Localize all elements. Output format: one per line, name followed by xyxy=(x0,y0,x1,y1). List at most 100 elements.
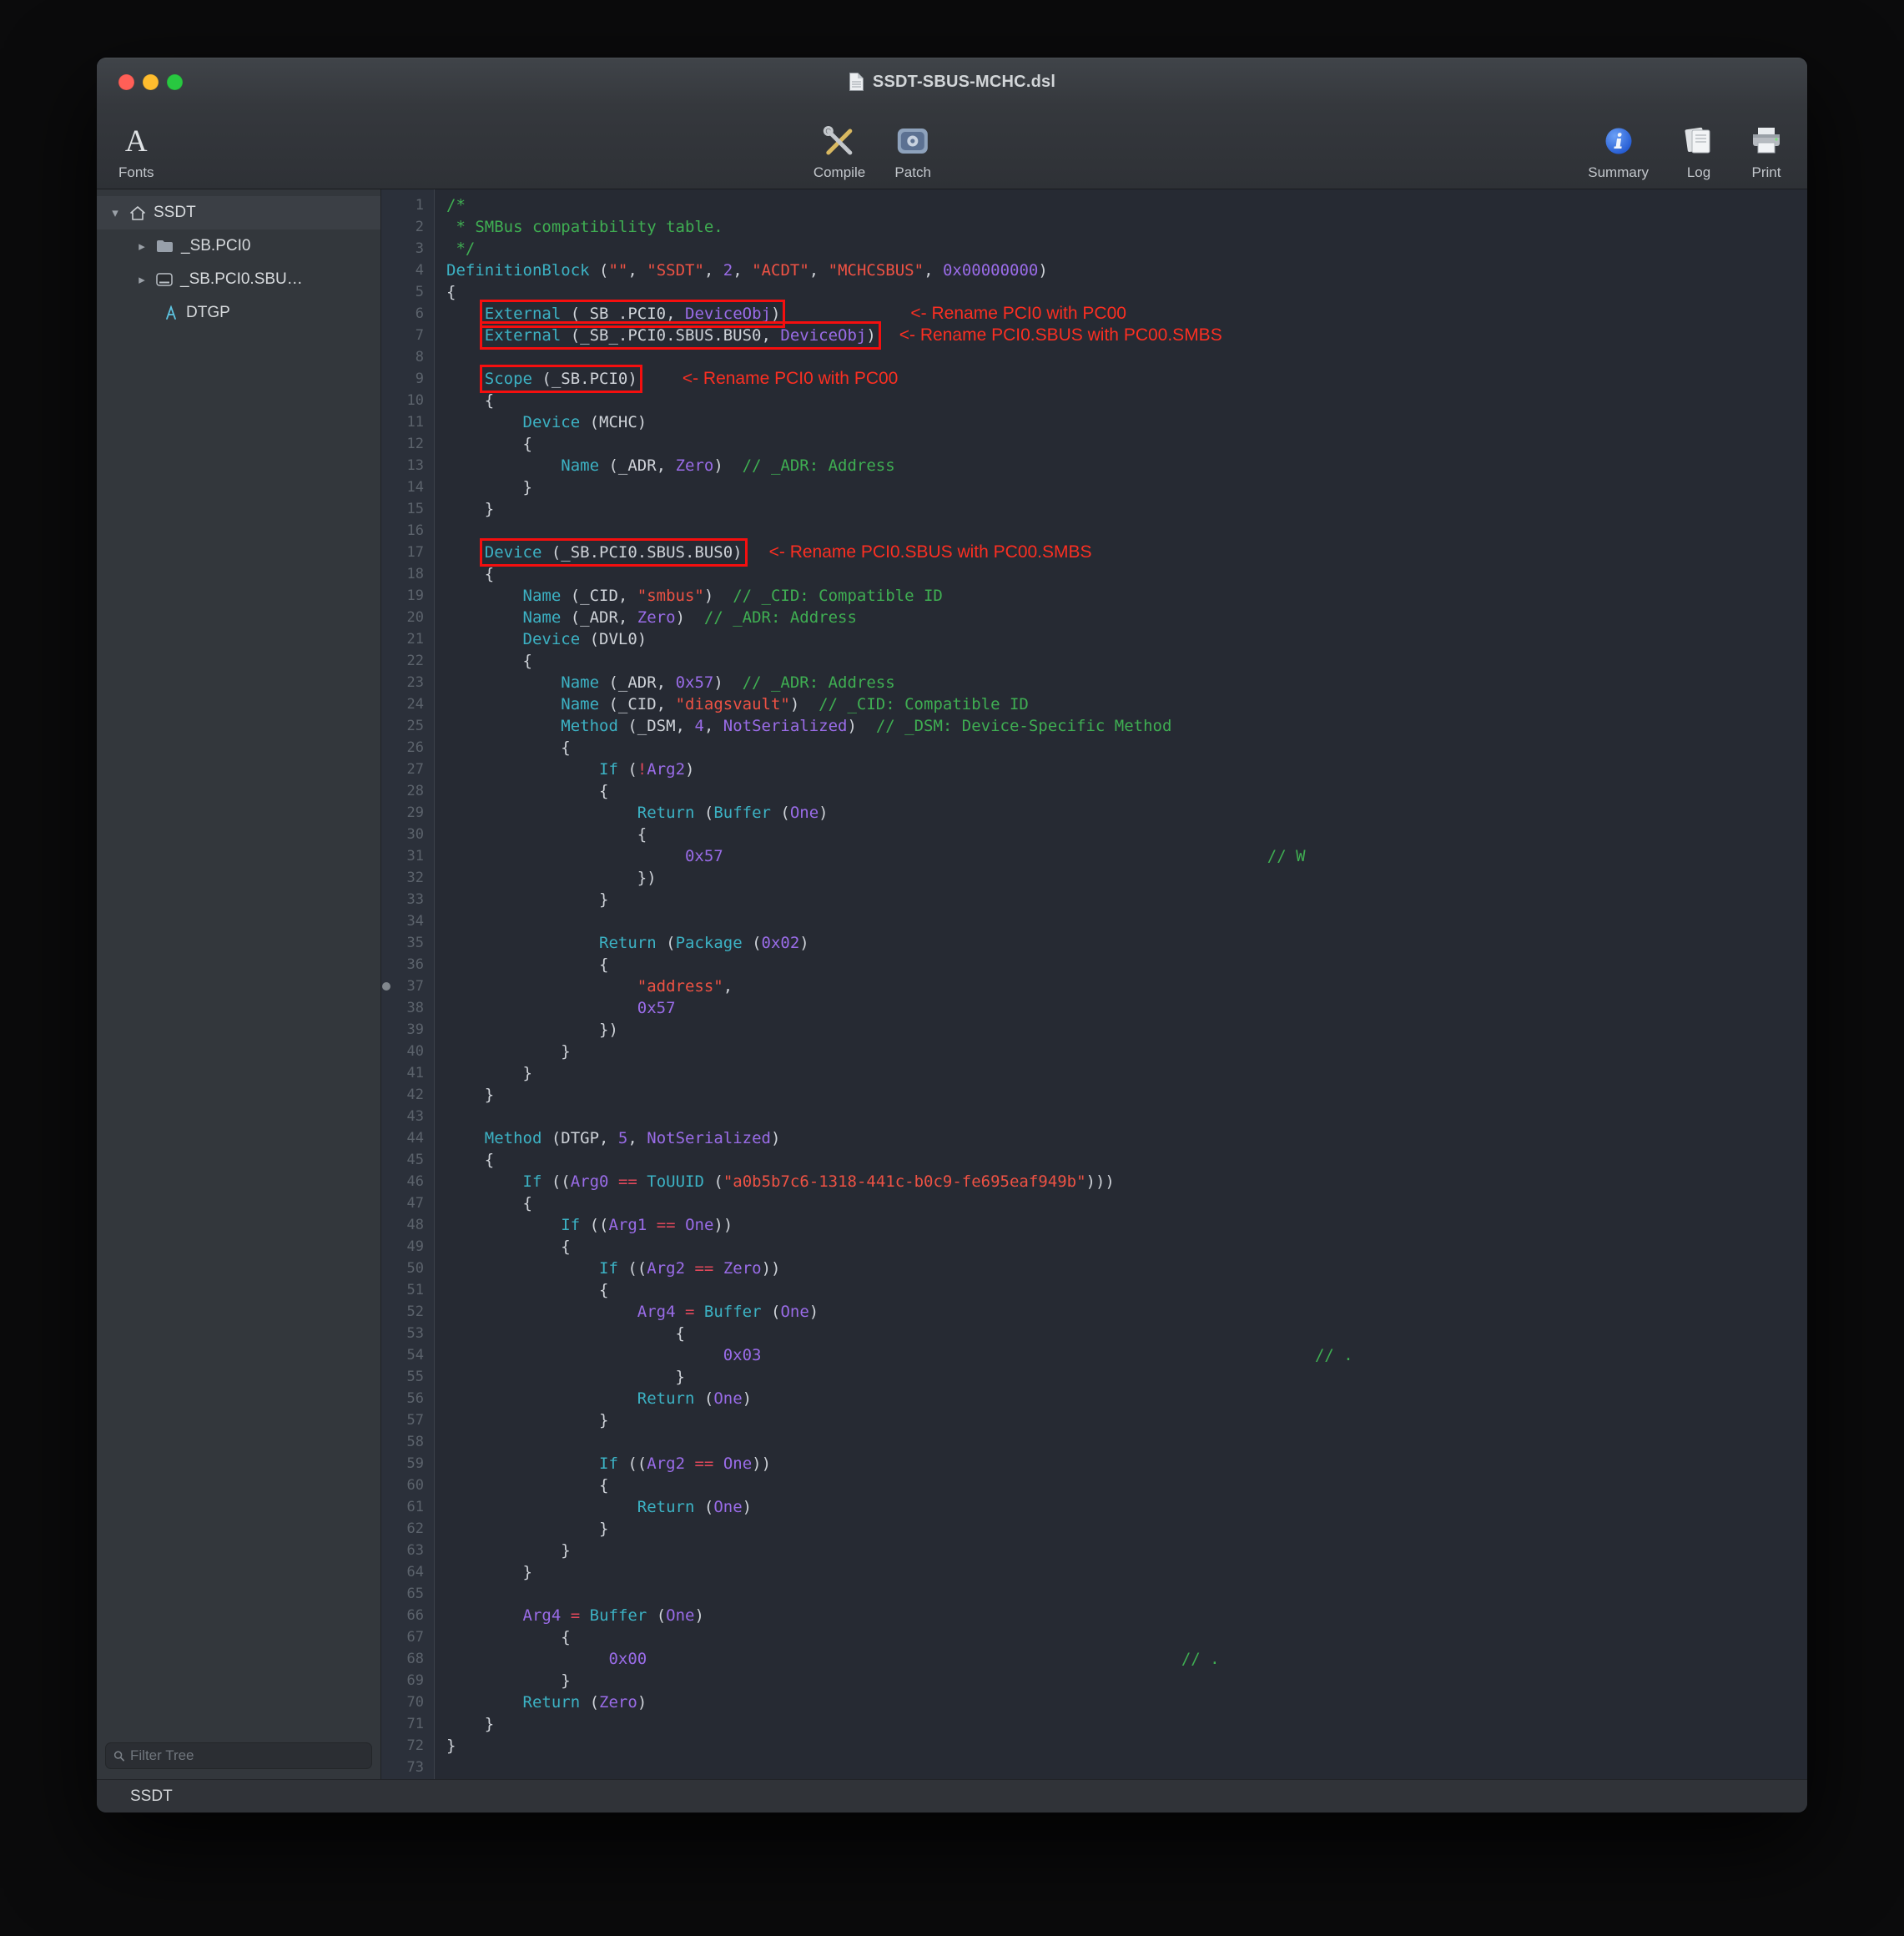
log-label: Log xyxy=(1687,164,1710,181)
print-icon xyxy=(1749,122,1784,160)
window-title-group: SSDT-SBUS-MCHC.dsl xyxy=(849,72,1055,92)
code-line: 18 { xyxy=(381,563,1807,585)
line-number: 55 xyxy=(381,1366,435,1388)
line-number: 40 xyxy=(381,1041,435,1062)
tree-item-label: DTGP xyxy=(186,304,230,322)
code-line: 19 Name (_CID, "smbus") // _CID: Compati… xyxy=(381,585,1807,607)
line-number: 6 xyxy=(381,303,435,325)
code-line: 39 }) xyxy=(381,1019,1807,1041)
code-line: 49 { xyxy=(381,1236,1807,1258)
compile-button[interactable]: Compile xyxy=(813,111,865,181)
code-line: 1/* xyxy=(381,194,1807,216)
line-number: 64 xyxy=(381,1561,435,1583)
traffic-lights xyxy=(118,74,183,90)
code-line: 26 { xyxy=(381,737,1807,759)
sidebar-item-sb-pci0-sbus[interactable]: _SB.PCI0.SBU… xyxy=(97,263,380,296)
code-line: 28 { xyxy=(381,780,1807,802)
code-line: 46 If ((Arg0 == ToUUID ("a0b5b7c6-1318-4… xyxy=(381,1171,1807,1192)
patch-button[interactable]: Patch xyxy=(894,111,932,181)
line-number: 25 xyxy=(381,715,435,737)
line-number: 20 xyxy=(381,607,435,628)
compile-icon xyxy=(820,122,859,160)
line-number: 41 xyxy=(381,1062,435,1084)
line-number: 39 xyxy=(381,1019,435,1041)
line-number: 2 xyxy=(381,216,435,238)
disclosure-right-icon[interactable] xyxy=(135,239,149,254)
line-number: 69 xyxy=(381,1670,435,1691)
code-line: 59 If ((Arg2 == One)) xyxy=(381,1453,1807,1475)
line-number: 48 xyxy=(381,1214,435,1236)
line-number: 12 xyxy=(381,433,435,455)
zoom-button[interactable] xyxy=(167,74,183,90)
code-line: 29 Return (Buffer (One) xyxy=(381,802,1807,824)
code-line: 10 { xyxy=(381,390,1807,411)
line-number: 7 xyxy=(381,325,435,346)
sidebar-item-ssdt[interactable]: SSDT xyxy=(97,196,380,229)
code-line: 34 xyxy=(381,910,1807,932)
code-editor[interactable]: 1/*2 * SMBus compatibility table.3 */4De… xyxy=(381,189,1807,1779)
code-line: 42 } xyxy=(381,1084,1807,1106)
code-line: 27 If (!Arg2) xyxy=(381,759,1807,780)
filter-tree-field[interactable] xyxy=(105,1742,372,1769)
summary-button[interactable]: Summary xyxy=(1588,111,1649,181)
line-number: 63 xyxy=(381,1540,435,1561)
code-line: 63 } xyxy=(381,1540,1807,1561)
line-number: 15 xyxy=(381,498,435,520)
code-line: 73 xyxy=(381,1757,1807,1778)
line-number: 73 xyxy=(381,1757,435,1778)
code-line: 33 } xyxy=(381,889,1807,910)
line-number: 46 xyxy=(381,1171,435,1192)
line-number: 27 xyxy=(381,759,435,780)
patch-icon xyxy=(894,122,932,160)
fonts-button[interactable]: A Fonts xyxy=(118,111,154,181)
log-button[interactable]: Log xyxy=(1682,111,1715,181)
code-line: 13 Name (_ADR, Zero) // _ADR: Address xyxy=(381,455,1807,476)
line-number: 49 xyxy=(381,1236,435,1258)
disclosure-right-icon[interactable] xyxy=(135,272,149,287)
line-number: 53 xyxy=(381,1323,435,1344)
code-line: 61 Return (One) xyxy=(381,1496,1807,1518)
code-line: 31 0x57 // W xyxy=(381,845,1807,867)
line-number: 56 xyxy=(381,1388,435,1409)
sidebar-item-sb-pci0[interactable]: _SB.PCI0 xyxy=(97,229,380,263)
line-number: 22 xyxy=(381,650,435,672)
line-number: 68 xyxy=(381,1648,435,1670)
title-bar[interactable]: SSDT-SBUS-MCHC.dsl xyxy=(97,58,1807,106)
code-line: 14 } xyxy=(381,476,1807,498)
print-button[interactable]: Print xyxy=(1749,111,1784,181)
line-number: 52 xyxy=(381,1301,435,1323)
print-label: Print xyxy=(1752,164,1781,181)
line-number: 36 xyxy=(381,954,435,976)
code-line: 52 Arg4 = Buffer (One) xyxy=(381,1301,1807,1323)
code-lines: 1/*2 * SMBus compatibility table.3 */4De… xyxy=(381,189,1807,1778)
code-line: 9 Scope (_SB.PCI0)<- Rename PCI0 with PC… xyxy=(381,368,1807,390)
log-icon xyxy=(1682,122,1715,160)
code-line: 4DefinitionBlock ("", "SSDT", 2, "ACDT",… xyxy=(381,260,1807,281)
line-number: 9 xyxy=(381,368,435,390)
code-line: 66 Arg4 = Buffer (One) xyxy=(381,1605,1807,1626)
filter-tree-input[interactable] xyxy=(130,1747,364,1764)
line-number: 58 xyxy=(381,1431,435,1453)
close-button[interactable] xyxy=(118,74,134,90)
line-number: 60 xyxy=(381,1475,435,1496)
code-line: 68 0x00 // . xyxy=(381,1648,1807,1670)
line-number: 26 xyxy=(381,737,435,759)
sidebar-item-dtgp[interactable]: DTGP xyxy=(97,296,380,330)
code-line: 37 "address", xyxy=(381,976,1807,997)
fonts-label: Fonts xyxy=(118,164,154,181)
code-line: 36 { xyxy=(381,954,1807,976)
line-number: 57 xyxy=(381,1409,435,1431)
line-number: 28 xyxy=(381,780,435,802)
line-number: 16 xyxy=(381,520,435,542)
code-line: 12 { xyxy=(381,433,1807,455)
line-number: 51 xyxy=(381,1279,435,1301)
chip-icon xyxy=(156,273,173,286)
line-number: 29 xyxy=(381,802,435,824)
minimize-button[interactable] xyxy=(143,74,159,90)
line-number: 11 xyxy=(381,411,435,433)
folder-icon xyxy=(156,239,174,253)
code-line: 21 Device (DVL0) xyxy=(381,628,1807,650)
disclosure-down-icon[interactable] xyxy=(108,205,122,220)
code-line: 23 Name (_ADR, 0x57) // _ADR: Address xyxy=(381,672,1807,693)
code-line: 44 Method (DTGP, 5, NotSerialized) xyxy=(381,1127,1807,1149)
